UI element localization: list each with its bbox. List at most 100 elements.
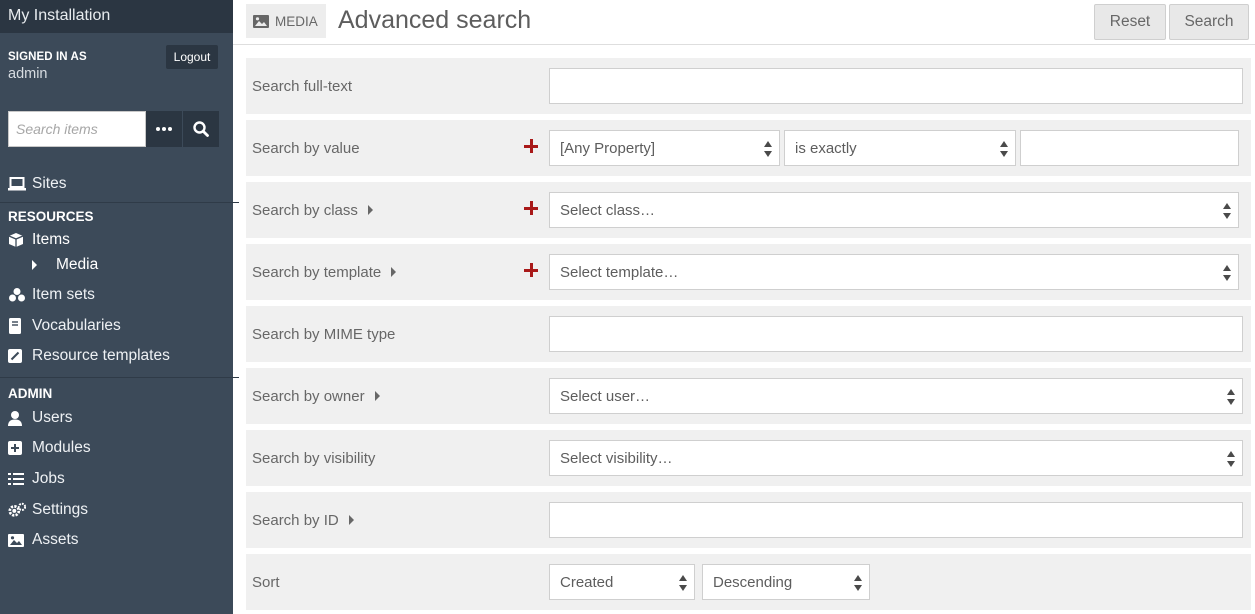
search-button[interactable]: Search (1169, 4, 1249, 40)
tasks-icon (8, 471, 26, 487)
cube-icon (8, 232, 26, 248)
row-class: Search by class Select class… (246, 182, 1251, 238)
template-select-value: Select template… (560, 264, 679, 281)
visibility-select-value: Select visibility… (560, 450, 673, 467)
search-button[interactable] (183, 111, 219, 147)
add-value-icon[interactable] (524, 139, 538, 153)
search-input[interactable]: Search items (8, 111, 147, 147)
caret-right-icon (391, 267, 397, 278)
sidebar-item-resource-templates[interactable]: Resource templates (8, 340, 247, 372)
owner-label[interactable]: Search by owner (252, 368, 380, 424)
sort-by-select[interactable]: Created (549, 564, 695, 600)
reset-button[interactable]: Reset (1094, 4, 1166, 40)
select-arrows-icon (1227, 389, 1236, 405)
resources-heading: RESOURCES (8, 209, 94, 224)
visibility-label: Search by visibility (252, 450, 376, 467)
search-icon (193, 121, 209, 137)
operator-select[interactable]: is exactly (784, 130, 1016, 166)
class-label-text: Search by class (252, 202, 358, 219)
edit-icon (8, 348, 26, 364)
mime-input[interactable] (549, 316, 1243, 352)
sidebar-item-label: Assets (32, 531, 79, 548)
row-visibility: Search by visibility Select visibility… (246, 430, 1251, 486)
sidebar-item-settings[interactable]: Settings (8, 493, 247, 526)
template-label[interactable]: Search by template (252, 244, 397, 300)
sidebar-item-label: Users (32, 409, 73, 426)
sidebar-item-vocabularies[interactable]: Vocabularies (8, 312, 247, 340)
caret-right-icon (348, 515, 354, 526)
add-template-icon[interactable] (524, 263, 538, 277)
cogs-icon (8, 502, 26, 518)
class-select[interactable]: Select class… (549, 192, 1239, 228)
logout-button[interactable]: Logout (166, 45, 218, 69)
select-arrows-icon (854, 575, 863, 591)
visibility-select[interactable]: Select visibility… (549, 440, 1243, 476)
resource-type-badge: MEDIA (246, 4, 326, 38)
id-input[interactable] (549, 502, 1243, 538)
template-label-text: Search by template (252, 264, 382, 281)
sidebar-search: Search items (8, 111, 219, 147)
sidebar-item-label: Modules (32, 439, 91, 456)
select-arrows-icon (1000, 141, 1009, 157)
value-text-input[interactable] (1020, 130, 1239, 166)
nav-divider (0, 377, 239, 378)
select-arrows-icon (679, 575, 688, 591)
select-arrows-icon (1227, 451, 1236, 467)
mime-label: Search by MIME type (252, 326, 396, 343)
row-mime: Search by MIME type (246, 306, 1251, 362)
laptop-icon (8, 176, 26, 192)
user-icon (8, 410, 26, 426)
caret-right-icon (367, 205, 373, 216)
fulltext-input[interactable] (549, 68, 1243, 104)
owner-select-value: Select user… (560, 388, 651, 405)
owner-label-text: Search by owner (252, 388, 365, 405)
sidebar-item-media[interactable]: Media (8, 252, 247, 278)
ellipsis-icon (156, 127, 173, 131)
value-label: Search by value (252, 140, 360, 157)
id-label[interactable]: Search by ID (252, 492, 354, 548)
select-arrows-icon (1223, 203, 1232, 219)
sidebar-item-label: Vocabularies (32, 317, 121, 334)
advanced-search-button[interactable] (146, 111, 183, 147)
select-arrows-icon (1223, 265, 1232, 281)
page-header: MEDIA Advanced search Reset Search (233, 0, 1255, 45)
sort-by-value: Created (560, 574, 614, 591)
sort-order-select[interactable]: Descending (702, 564, 870, 600)
cubes-icon (8, 287, 26, 303)
row-sort: Sort Created Descending (246, 554, 1251, 610)
sidebar-item-sites[interactable]: Sites (8, 172, 247, 196)
sidebar-item-label: Settings (32, 500, 89, 518)
book-icon (8, 318, 26, 334)
property-select[interactable]: [Any Property] (549, 130, 780, 166)
caret-right-icon (32, 260, 37, 270)
sidebar-item-users[interactable]: Users (8, 405, 247, 431)
sidebar-item-assets[interactable]: Assets (8, 526, 247, 554)
class-label[interactable]: Search by class (252, 182, 373, 238)
template-select[interactable]: Select template… (549, 254, 1239, 290)
page-title: Advanced search (338, 6, 532, 34)
badge-label: MEDIA (275, 13, 318, 29)
row-value: Search by value [Any Property] is exactl… (246, 120, 1251, 176)
row-owner: Search by owner Select user… (246, 368, 1251, 424)
plus-square-icon (8, 440, 26, 456)
sidebar-nav: Sites RESOURCES Items Media Item sets Vo… (0, 172, 247, 554)
admin-heading: ADMIN (8, 386, 53, 401)
sidebar: My Installation SIGNED IN AS admin Logou… (0, 0, 239, 614)
sidebar-item-label: Items (32, 231, 70, 248)
sidebar-item-label: Item sets (32, 286, 95, 303)
owner-select[interactable]: Select user… (549, 378, 1243, 414)
installation-title[interactable]: My Installation (0, 0, 233, 33)
row-fulltext: Search full-text (246, 58, 1251, 114)
caret-right-icon (374, 391, 380, 402)
add-class-icon[interactable] (524, 201, 538, 215)
image-icon (8, 532, 26, 548)
class-select-value: Select class… (560, 202, 656, 219)
select-arrows-icon (764, 141, 773, 157)
sidebar-item-modules[interactable]: Modules (8, 431, 247, 465)
sidebar-item-items[interactable]: Items (8, 228, 247, 252)
sidebar-item-jobs[interactable]: Jobs (8, 465, 247, 493)
sidebar-item-label: Media (56, 256, 99, 273)
sidebar-item-item-sets[interactable]: Item sets (8, 278, 247, 312)
sidebar-item-label: Jobs (32, 470, 65, 487)
property-select-value: [Any Property] (560, 140, 656, 157)
